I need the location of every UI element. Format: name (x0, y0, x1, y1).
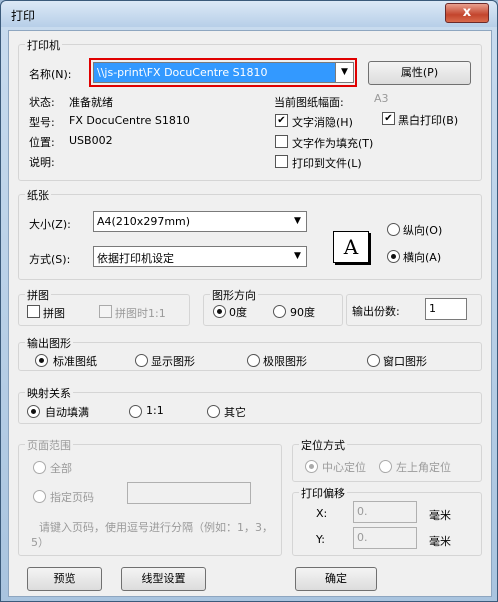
status-value: 准备就绪 (69, 96, 113, 109)
direction-0-radio[interactable] (213, 305, 226, 318)
mapping-1to1-label: 1:1 (146, 404, 164, 417)
tile-ratio-checkbox[interactable] (99, 305, 112, 318)
page-range-legend: 页面范围 (25, 437, 73, 453)
print-to-file-checkbox[interactable] (275, 155, 288, 168)
mapping-1to1-radio[interactable] (129, 405, 142, 418)
orientation-preview-icon: A (333, 231, 369, 263)
page-specified-label: 指定页码 (50, 491, 94, 504)
paper-size-select[interactable]: A4(210x297mm) ▼ (93, 211, 307, 232)
page-range-hint-line1: 请键入页码，使用逗号进行分隔（例如：1，3， (39, 521, 273, 534)
title-bar[interactable]: 打印 x (1, 1, 497, 27)
tiling-group-legend: 拼图 (25, 287, 51, 303)
direction-90-radio[interactable] (273, 305, 286, 318)
dropdown-arrow-icon: ▼ (294, 216, 301, 226)
paper-group-legend: 纸张 (25, 187, 51, 203)
line-settings-button[interactable]: 线型设置 (121, 567, 206, 591)
output-display-radio[interactable] (135, 354, 148, 367)
tile-ratio-label: 拼图时1:1 (115, 307, 166, 320)
current-paper-value: A3 (374, 92, 389, 105)
direction-0-label: 0度 (229, 306, 247, 319)
mapping-autofit-radio[interactable] (27, 405, 40, 418)
page-specified-radio[interactable] (33, 490, 46, 503)
mapping-group-legend: 映射关系 (25, 385, 73, 401)
properties-button[interactable]: 属性(P) (368, 61, 471, 85)
status-label: 状态: (29, 96, 55, 109)
location-label: 位置: (29, 136, 55, 149)
mapping-other-radio[interactable] (207, 405, 220, 418)
print-to-file-label: 打印到文件(L) (292, 157, 362, 170)
offset-y-value: 0. (357, 531, 368, 544)
preview-button[interactable]: 预览 (27, 567, 102, 591)
mapping-other-label: 其它 (224, 406, 246, 419)
position-topleft-radio[interactable] (379, 460, 392, 473)
copies-input[interactable]: 1 (425, 298, 467, 320)
tile-label: 拼图 (43, 307, 65, 320)
offset-y-label: Y: (316, 533, 325, 546)
direction-90-label: 90度 (290, 306, 315, 319)
output-extents-label: 极限图形 (263, 355, 307, 368)
paper-mode-value: 依据打印机设定 (97, 252, 174, 265)
location-value: USB002 (69, 134, 113, 147)
copies-label: 输出份数: (352, 305, 400, 318)
portrait-label: 纵向(O) (403, 224, 443, 237)
paper-size-value: A4(210x297mm) (97, 215, 191, 228)
page-range-input[interactable] (127, 482, 251, 504)
landscape-label: 横向(A) (403, 251, 442, 264)
checkmark-icon: ✔ (277, 115, 286, 126)
window-title: 打印 (11, 9, 36, 23)
offset-x-input[interactable]: 0. (353, 501, 417, 523)
close-button[interactable]: x (445, 3, 489, 23)
close-icon: x (462, 5, 472, 20)
ok-button[interactable]: 确定 (295, 567, 377, 591)
bw-print-checkbox[interactable]: ✔ (382, 112, 395, 125)
type-value: FX DocuCentre S1810 (69, 114, 190, 127)
printer-group-legend: 打印机 (25, 37, 62, 53)
output-display-label: 显示图形 (151, 355, 195, 368)
text-erase-label: 文字消隐(H) (292, 116, 353, 129)
output-window-radio[interactable] (367, 354, 380, 367)
dialog-client-area: 打印机 名称(N): \\js-print\FX DocuCentre S181… (8, 30, 492, 597)
offset-x-unit: 毫米 (429, 509, 451, 522)
position-group-legend: 定位方式 (299, 437, 347, 453)
position-center-label: 中心定位 (322, 461, 366, 474)
direction-group-legend: 图形方向 (210, 287, 258, 303)
page-all-label: 全部 (50, 462, 72, 475)
current-paper-label: 当前图纸幅面: (274, 96, 344, 109)
landscape-radio[interactable] (387, 250, 400, 263)
output-standard-label: 标准图纸 (53, 355, 97, 368)
copies-value: 1 (429, 302, 436, 315)
dropdown-arrow-icon: ▼ (294, 251, 301, 261)
tile-checkbox[interactable] (27, 305, 40, 318)
position-topleft-label: 左上角定位 (396, 461, 451, 474)
checkmark-icon: ✔ (384, 113, 393, 124)
output-standard-radio[interactable] (35, 354, 48, 367)
portrait-radio[interactable] (387, 223, 400, 236)
text-as-fill-label: 文字作为填充(T) (292, 137, 374, 150)
output-window-label: 窗口图形 (383, 355, 427, 368)
offset-x-label: X: (316, 507, 328, 520)
offset-x-value: 0. (357, 505, 368, 518)
bw-print-label: 黑白打印(B) (398, 114, 459, 127)
offset-group-legend: 打印偏移 (299, 485, 347, 501)
red-highlight-box (89, 58, 357, 87)
page-all-radio[interactable] (33, 461, 46, 474)
page-range-hint-line2: 5） (31, 536, 49, 549)
comment-label: 说明: (29, 156, 55, 169)
output-extents-radio[interactable] (247, 354, 260, 367)
print-dialog-window: 打印 x 打印机 名称(N): \\js-print\FX DocuCentre… (0, 0, 498, 602)
offset-y-input[interactable]: 0. (353, 527, 417, 549)
mapping-autofit-label: 自动填满 (45, 406, 89, 419)
text-as-fill-checkbox[interactable] (275, 135, 288, 148)
printer-name-label: 名称(N): (29, 68, 72, 81)
paper-mode-label: 方式(S): (29, 253, 71, 266)
type-label: 型号: (29, 116, 55, 129)
paper-size-label: 大小(Z): (29, 218, 71, 231)
text-erase-checkbox[interactable]: ✔ (275, 114, 288, 127)
output-group-legend: 输出图形 (25, 335, 73, 351)
offset-y-unit: 毫米 (429, 535, 451, 548)
position-center-radio[interactable] (305, 460, 318, 473)
paper-mode-select[interactable]: 依据打印机设定 ▼ (93, 246, 307, 267)
